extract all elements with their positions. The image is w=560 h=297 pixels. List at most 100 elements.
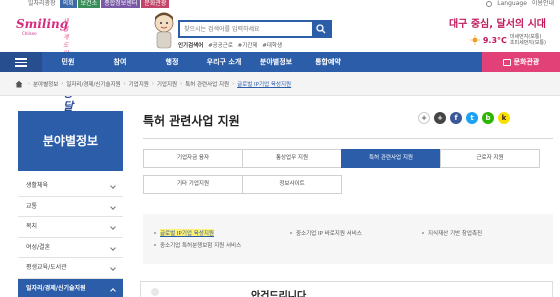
- hamburger-icon: [15, 61, 27, 63]
- sidebar-title: 분야별정보: [42, 134, 99, 148]
- chevron-down-icon: [110, 183, 116, 189]
- nav-item-fields[interactable]: 분야별정보: [250, 52, 302, 72]
- nav-item-booking[interactable]: 통합예약: [302, 52, 354, 72]
- facebook-icon[interactable]: f: [450, 112, 462, 124]
- globe-icon: [486, 1, 493, 7]
- breadcrumb-bar: › 분야별정보 › 일자리/경제/신기술지원 › 기업지원 › 기업지원 › 특…: [0, 72, 560, 96]
- popular-label: 인기검색어: [178, 43, 204, 49]
- tab-info-sites[interactable]: 정보사이트: [242, 175, 342, 194]
- chevron-down-icon: [110, 203, 116, 210]
- popular-tag[interactable]: #대학생: [262, 43, 282, 49]
- sidebar-item-sports[interactable]: 생활체육: [18, 176, 123, 197]
- link-startup[interactable]: 지식재산 기반 창업촉진: [421, 229, 482, 237]
- breadcrumb-item[interactable]: 분야별정보: [33, 80, 58, 88]
- top-tab-health[interactable]: 보건소: [77, 0, 101, 8]
- popular-tag[interactable]: #기간제: [238, 43, 258, 49]
- slogan-text: 대구 중심, 달서의 시대: [448, 19, 546, 30]
- breadcrumb-separator: ›: [61, 81, 64, 87]
- home-icon[interactable]: [15, 80, 23, 88]
- breadcrumb-current[interactable]: 글로벌 IP기업 육성지원: [237, 80, 291, 88]
- link-ip-direct[interactable]: 중소기업 IP 바로지원 서비스: [290, 229, 362, 237]
- page-root: 일자리광장 의회 보건소 종합정보센터 문화관광 Language 이용안내 S…: [0, 0, 560, 297]
- tab-row: 기타 기업지원 정보사이트: [143, 175, 543, 194]
- link-insurance[interactable]: 중소기업 특허분쟁보험 지원 서비스: [153, 241, 241, 249]
- mascot-icon: [154, 12, 174, 49]
- guide-link[interactable]: 이용안내: [532, 0, 554, 8]
- nav-item-participation[interactable]: 참여: [94, 52, 146, 72]
- link-global-ip[interactable]: 글로벌 IP기업 육성지원: [154, 229, 214, 237]
- breadcrumb-item[interactable]: 기업지원: [157, 80, 177, 88]
- sidebar-item-welfare[interactable]: 복지: [18, 217, 123, 238]
- sidebar-menu: 생활체육 교통 복지 여성/결혼 평생교육/도서관 일자리/경제/신기술지원: [18, 176, 123, 297]
- search-box: [178, 20, 332, 38]
- tab-loans[interactable]: 기업자금 융자: [143, 149, 243, 168]
- hamburger-icon: [15, 58, 27, 60]
- top-tab-info[interactable]: 종합정보센터: [101, 0, 141, 8]
- tab-patent[interactable]: 특허 관련사업 지원: [341, 149, 441, 168]
- ultrafine-dust: 초미세먼지(보통): [509, 40, 546, 46]
- breadcrumb-item[interactable]: 일자리/경제/신기술지원: [66, 80, 120, 88]
- top-strip: 일자리광장 의회 보건소 종합정보센터 문화관광 Language 이용안내: [0, 0, 560, 8]
- zoom-in-button[interactable]: +: [418, 112, 430, 124]
- sidebar-item-label: 교통: [26, 202, 38, 210]
- sidebar-item-traffic[interactable]: 교통: [18, 197, 123, 217]
- nav-items: 민원 참여 행정 우리구 소개 분야별정보 통합예약: [42, 52, 354, 72]
- chevron-down-icon: [110, 265, 116, 271]
- breadcrumb-separator: ›: [123, 81, 126, 87]
- tab-other[interactable]: 기타 기업지원: [143, 175, 243, 194]
- sidebar-item-label: 일자리/경제/신기술지원: [26, 284, 86, 292]
- nav-item-admin[interactable]: 행정: [146, 52, 198, 72]
- top-utility: Language 이용안내: [486, 0, 554, 8]
- chevron-up-icon: [110, 287, 116, 294]
- search-icon: [316, 24, 326, 34]
- sidebar-item-label: 평생교육/도서관: [26, 264, 67, 271]
- share-buttons: + + f t b k: [418, 112, 510, 124]
- search-input[interactable]: [182, 23, 310, 36]
- nav-culture-label: 문화관광: [513, 58, 540, 66]
- title-divider: [143, 138, 553, 139]
- sidebar-item-label: 생활체육: [26, 182, 49, 189]
- content-tabs: 기업자금 융자 통상업무 지원 특허 관련사업 지원 근로자 지원 기타 기업지…: [143, 149, 543, 194]
- top-tab-culture[interactable]: 문화관광: [141, 0, 170, 8]
- sub-links: 글로벌 IP기업 육성지원 중소기업 IP 바로지원 서비스 지식재산 기반 창…: [143, 214, 553, 264]
- breadcrumb-separator: ›: [232, 81, 235, 87]
- tab-workers[interactable]: 근로자 지원: [440, 149, 540, 168]
- top-tab-council[interactable]: 의회: [59, 0, 77, 8]
- section-heading: 안건드리니다: [251, 291, 307, 297]
- air-quality: 미세먼지(보통) 초미세먼지(보통): [510, 34, 546, 46]
- top-tab-jobs[interactable]: 일자리광장: [25, 0, 59, 8]
- site-logo[interactable]: Smiling Chilseo 새롭게 도약하는 희망달서: [16, 17, 73, 127]
- weather-widget: 9.3°C 미세먼지(보통) 초미세먼지(보통): [469, 34, 546, 46]
- tab-row: 기업자금 융자 통상업무 지원 특허 관련사업 지원 근로자 지원: [143, 149, 543, 168]
- blog-icon[interactable]: b: [482, 112, 494, 124]
- sidebar-item-label: 여성/결혼: [26, 243, 51, 251]
- kakao-icon[interactable]: k: [498, 112, 510, 124]
- main-nav: 민원 참여 행정 우리구 소개 분야별정보 통합예약 문화관광: [0, 52, 560, 72]
- sidebar-item-label: 복지: [26, 223, 38, 230]
- popular-tag[interactable]: #공공근로: [208, 43, 233, 49]
- sidebar-item-women[interactable]: 여성/결혼: [18, 238, 123, 258]
- slogan: 대구 중심, 달서의 시대: [449, 15, 546, 30]
- nav-culture-button[interactable]: 문화관광: [482, 52, 560, 72]
- menu-button[interactable]: [0, 52, 42, 72]
- breadcrumb: › 분야별정보 › 일자리/경제/신기술지원 › 기업지원 › 기업지원 › 특…: [15, 72, 291, 96]
- nav-item-about[interactable]: 우리구 소개: [198, 52, 250, 72]
- logo-english: Smiling: [16, 17, 69, 31]
- chevron-down-icon: [110, 244, 116, 251]
- breadcrumb-item[interactable]: 특허 관련사업 지원: [185, 80, 229, 88]
- breadcrumb-item[interactable]: 기업지원: [129, 80, 149, 88]
- sidebar-item-jobs[interactable]: 일자리/경제/신기술지원: [18, 278, 123, 297]
- sidebar-header: 분야별정보: [18, 111, 123, 171]
- language-link[interactable]: Language: [497, 0, 527, 8]
- temperature: 9.3°C: [482, 35, 507, 45]
- zoom-out-button[interactable]: +: [434, 112, 446, 124]
- tab-trade[interactable]: 통상업무 지원: [242, 149, 342, 168]
- sun-icon: [469, 35, 480, 45]
- sidebar-item-education[interactable]: 평생교육/도서관: [18, 258, 123, 279]
- search-button[interactable]: [312, 22, 330, 36]
- breadcrumb-separator: ›: [180, 81, 183, 87]
- site-header: Smiling Chilseo 새롭게 도약하는 희망달서: [0, 8, 560, 127]
- nav-item-civil[interactable]: 민원: [42, 52, 94, 72]
- twitter-icon[interactable]: t: [466, 112, 478, 124]
- chevron-down-icon: [110, 224, 116, 230]
